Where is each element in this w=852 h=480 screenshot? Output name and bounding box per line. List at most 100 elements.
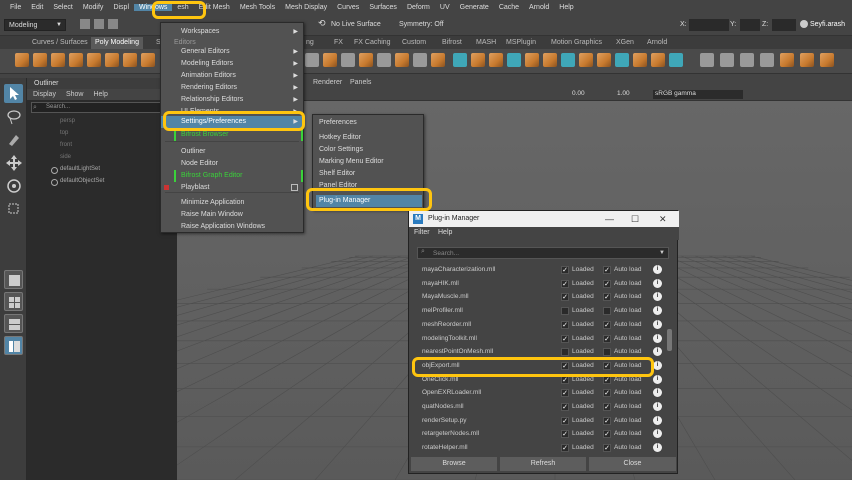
settings-menu-item-marking-menu-editor[interactable]: Marking Menu Editor: [313, 156, 423, 168]
windows-menu-item-animation-editors[interactable]: Animation Editors ▶: [161, 70, 303, 82]
deform-tool-icon[interactable]: [800, 53, 814, 67]
mesh-tool-icon[interactable]: [305, 53, 319, 67]
select-tool-icon[interactable]: [4, 84, 23, 103]
poly-primitive-icon[interactable]: [105, 53, 119, 67]
deform-tool-icon[interactable]: [720, 53, 734, 67]
mesh-tool-icon[interactable]: [323, 53, 337, 67]
autoload-checkbox[interactable]: ✓: [603, 416, 611, 425]
close-icon[interactable]: ✕: [659, 211, 667, 227]
outliner-search-input[interactable]: Search...: [31, 102, 173, 113]
info-icon[interactable]: i: [653, 347, 662, 357]
edit-mesh-icon[interactable]: [561, 53, 575, 67]
shelf-tab-motion-graphics[interactable]: Motion Graphics: [547, 37, 606, 49]
loaded-checkbox[interactable]: ✓: [561, 403, 569, 411]
loaded-checkbox[interactable]: [561, 307, 569, 316]
mesh-tool-icon[interactable]: [341, 53, 355, 67]
browse-button[interactable]: Browse: [411, 457, 497, 471]
windows-menu-item-node-editor[interactable]: Node Editor: [161, 158, 303, 170]
windows-menu-item-raise-application-windows[interactable]: Raise Application Windows: [161, 221, 303, 233]
shelf-tab-bifrost[interactable]: Bifrost: [438, 37, 466, 49]
autoload-checkbox[interactable]: ✓: [603, 334, 611, 343]
settings-menu-item-hotkey-editor[interactable]: Hotkey Editor: [313, 132, 423, 144]
edit-mesh-icon[interactable]: [453, 53, 467, 67]
autoload-checkbox[interactable]: ✓: [603, 389, 611, 398]
loaded-checkbox[interactable]: ✓: [561, 389, 569, 398]
info-icon[interactable]: i: [653, 415, 662, 425]
new-scene-icon[interactable]: [108, 19, 118, 29]
outliner-item-lightset[interactable]: defaultLightSet: [60, 164, 100, 175]
poly-primitive-icon[interactable]: [87, 53, 101, 67]
loaded-checkbox[interactable]: ✓: [561, 320, 569, 329]
outliner-item-top[interactable]: top: [60, 128, 68, 139]
x-field[interactable]: [689, 19, 729, 31]
info-icon[interactable]: i: [653, 265, 662, 274]
poly-primitive-icon[interactable]: [15, 53, 29, 67]
lasso-tool-icon[interactable]: [4, 107, 23, 126]
loaded-checkbox[interactable]: ✓: [561, 416, 569, 425]
menubar-item-surfaces[interactable]: Surfaces: [364, 4, 402, 11]
loaded-checkbox[interactable]: [561, 348, 569, 357]
windows-menu-item-rendering-editors[interactable]: Rendering Editors ▶: [161, 82, 303, 94]
mesh-tool-icon[interactable]: [431, 53, 445, 67]
windows-menu-item-raise-main-window[interactable]: Raise Main Window: [161, 209, 303, 221]
live-surface-icon[interactable]: ⟲: [318, 18, 328, 30]
shelf-tab-arnold[interactable]: Arnold: [643, 37, 671, 49]
mesh-tool-icon[interactable]: [413, 53, 427, 67]
settings-menu-item-color-settings[interactable]: Color Settings: [313, 144, 423, 156]
shelf-tab-xgen[interactable]: XGen: [612, 37, 638, 49]
autoload-checkbox[interactable]: ✓: [603, 293, 611, 302]
menubar-item-mesh-tools[interactable]: Mesh Tools: [235, 4, 280, 11]
mode-dropdown[interactable]: Modeling ▼: [4, 19, 66, 31]
refresh-button[interactable]: Refresh: [500, 457, 586, 471]
settings-menu-item-shelf-editor[interactable]: Shelf Editor: [313, 168, 423, 180]
outliner-item-side[interactable]: side: [60, 152, 71, 163]
symmetry-dropdown[interactable]: Symmetry: Off: [399, 19, 471, 31]
info-icon[interactable]: i: [653, 374, 662, 384]
loaded-checkbox[interactable]: ✓: [561, 279, 569, 288]
autoload-checkbox[interactable]: ✓: [603, 320, 611, 329]
edit-mesh-icon[interactable]: [579, 53, 593, 67]
autoload-checkbox[interactable]: ✓: [603, 266, 611, 274]
poly-primitive-icon[interactable]: [33, 53, 47, 67]
info-icon[interactable]: i: [653, 402, 662, 411]
poly-primitive-icon[interactable]: [51, 53, 65, 67]
layout-outliner-icon[interactable]: [4, 336, 23, 355]
windows-menu-item-relationship-editors[interactable]: Relationship Editors ▶: [161, 94, 303, 106]
y-field[interactable]: [740, 19, 760, 31]
loaded-checkbox[interactable]: ✓: [561, 266, 569, 274]
edit-mesh-icon[interactable]: [489, 53, 503, 67]
z-field[interactable]: [772, 19, 796, 31]
menubar-item-uv[interactable]: UV: [435, 4, 455, 11]
edit-mesh-icon[interactable]: [543, 53, 557, 67]
pm-menu-help[interactable]: Help: [438, 229, 452, 236]
shelf-tab-fx-caching[interactable]: FX Caching: [350, 37, 395, 49]
shelf-tab-ng[interactable]: ng: [302, 37, 318, 49]
deform-tool-icon[interactable]: [740, 53, 754, 67]
chevron-down-icon[interactable]: ▼: [659, 250, 665, 256]
menubar-item-curves[interactable]: Curves: [332, 4, 364, 11]
poly-primitive-icon[interactable]: [69, 53, 83, 67]
windows-menu-item-general-editors[interactable]: General Editors ▶: [161, 46, 303, 58]
edit-mesh-icon[interactable]: [633, 53, 647, 67]
menubar-item-help[interactable]: Help: [554, 4, 578, 11]
menubar-item-arnold[interactable]: Arnold: [524, 4, 554, 11]
edit-mesh-icon[interactable]: [615, 53, 629, 67]
minimize-icon[interactable]: —: [605, 211, 614, 227]
deform-tool-icon[interactable]: [780, 53, 794, 67]
info-icon[interactable]: i: [653, 333, 662, 343]
autoload-checkbox[interactable]: [603, 348, 611, 357]
outliner-menu-display[interactable]: Display: [33, 89, 66, 100]
shelf-tab-msplugin[interactable]: MSPlugin: [502, 37, 540, 49]
outliner-item-front[interactable]: front: [60, 140, 72, 151]
edit-mesh-icon[interactable]: [651, 53, 665, 67]
edit-mesh-icon[interactable]: [471, 53, 485, 67]
info-icon[interactable]: i: [653, 429, 662, 439]
edit-mesh-icon[interactable]: [507, 53, 521, 67]
mesh-tool-icon[interactable]: [395, 53, 409, 67]
loaded-checkbox[interactable]: ✓: [561, 334, 569, 343]
info-icon[interactable]: i: [653, 306, 662, 316]
windows-menu-item-minimize-application[interactable]: Minimize Application: [161, 197, 303, 209]
info-icon[interactable]: i: [653, 292, 662, 302]
layout-four-icon[interactable]: [4, 292, 23, 311]
info-icon[interactable]: i: [653, 443, 662, 453]
